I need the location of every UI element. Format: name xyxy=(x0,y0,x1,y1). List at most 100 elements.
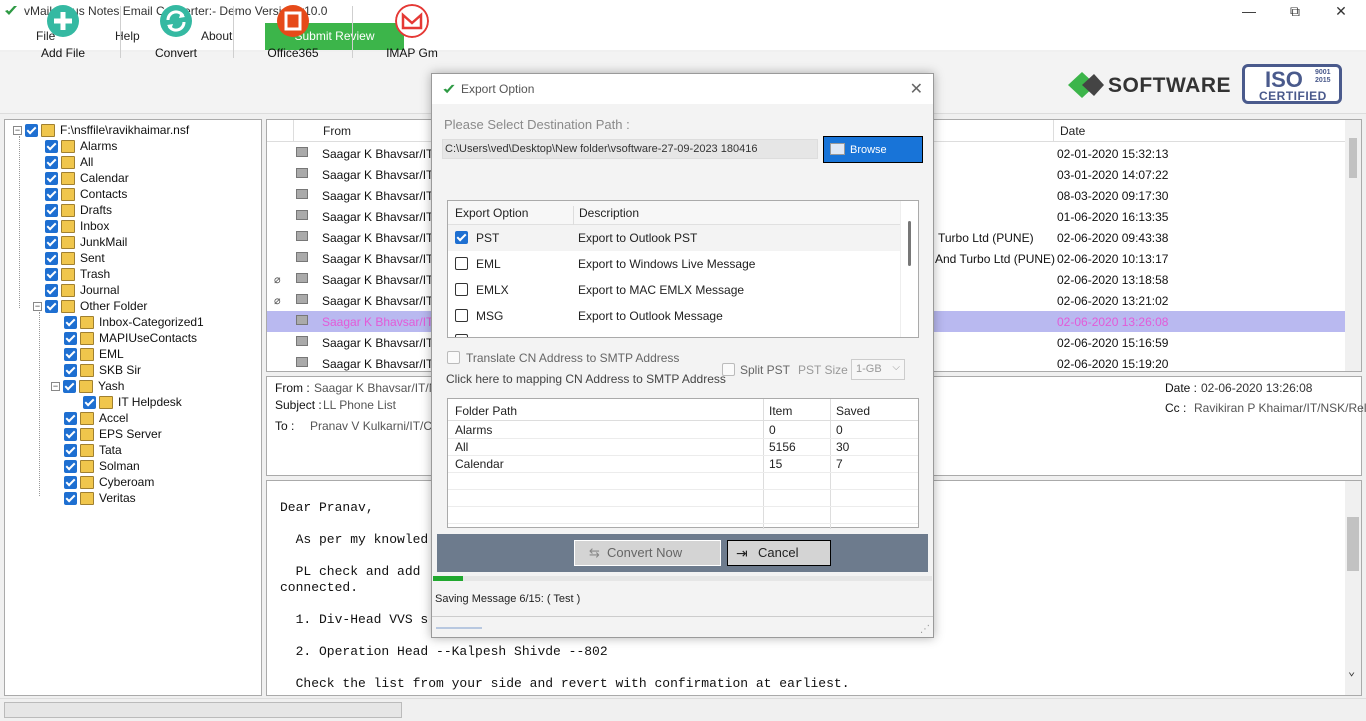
tree-folder-item[interactable]: Calendar xyxy=(45,170,129,186)
checkbox-checked-icon[interactable] xyxy=(83,395,96,409)
tree-folder-item[interactable]: Drafts xyxy=(45,202,112,218)
convert-now-button[interactable]: ⇆ Convert Now xyxy=(574,540,721,566)
tree-folder-item[interactable]: Accel xyxy=(64,410,128,426)
tree-folder-item[interactable]: Journal xyxy=(45,282,119,298)
checkbox-checked-icon[interactable] xyxy=(455,231,468,244)
imap-button[interactable]: IMAP Gm xyxy=(362,4,462,60)
collapse-icon[interactable]: − xyxy=(51,381,60,391)
tree-folder-item[interactable]: JunkMail xyxy=(45,234,127,250)
minimize-button[interactable]: — xyxy=(1226,0,1272,22)
attachment-icon: ⌀ xyxy=(274,295,281,307)
checkbox-checked-icon[interactable] xyxy=(45,283,58,297)
checkbox-checked-icon[interactable] xyxy=(45,299,58,313)
col-date[interactable]: Date xyxy=(1060,124,1085,138)
export-option-name: MSG xyxy=(476,309,504,323)
scroll-thumb[interactable] xyxy=(1347,517,1359,571)
checkbox-checked-icon[interactable] xyxy=(64,491,77,505)
checkbox-checked-icon[interactable] xyxy=(45,187,58,201)
checkbox-checked-icon[interactable] xyxy=(45,267,58,281)
folder-tree[interactable]: − F:\nsffile\ravikhaimar.nsf Alarms All Ca… xyxy=(4,119,262,696)
tree-folder-item[interactable]: Cyberoam xyxy=(64,474,154,490)
mail-from: Saagar K Bhavsar/IT/N xyxy=(322,210,446,224)
split-pst-checkbox[interactable] xyxy=(722,363,735,376)
tree-folder-label: Inbox xyxy=(80,219,110,233)
mail-list-scrollbar[interactable] xyxy=(1345,120,1361,371)
office365-button[interactable]: Office365 xyxy=(243,4,343,60)
cancel-button[interactable]: ⇥ Cancel xyxy=(727,540,831,566)
subject-value: LL Phone List xyxy=(323,398,396,412)
scroll-thumb[interactable] xyxy=(1349,138,1357,178)
export-option-row[interactable]: PST Export to Outlook PST xyxy=(448,225,900,251)
checkbox-checked-icon[interactable] xyxy=(45,219,58,233)
mail-date: 02-06-2020 15:16:59 xyxy=(1057,336,1169,350)
tree-folder-item[interactable]: Contacts xyxy=(45,186,127,202)
mapping-link[interactable]: Click here to mapping CN Address to SMTP… xyxy=(446,372,726,386)
checkbox-checked-icon[interactable] xyxy=(64,347,77,361)
tree-folder-label: IT Helpdesk xyxy=(118,395,182,409)
folder-icon xyxy=(61,267,75,281)
checkbox-checked-icon[interactable] xyxy=(64,331,77,345)
checkbox-checked-icon[interactable] xyxy=(45,251,58,265)
collapse-icon[interactable]: − xyxy=(13,125,22,135)
tree-folder-item[interactable]: Veritas xyxy=(64,490,136,506)
checkbox-checked-icon[interactable] xyxy=(45,139,58,153)
pst-size-label: PST Size : xyxy=(798,363,855,377)
translate-cn-checkbox[interactable] xyxy=(447,351,460,364)
tree-folder-item[interactable]: EPS Server xyxy=(64,426,162,442)
tree-folder-item[interactable]: − Other Folder xyxy=(33,298,147,314)
export-option-row[interactable]: EMLX Export to MAC EMLX Message xyxy=(448,277,900,303)
tree-root[interactable]: − F:\nsffile\ravikhaimar.nsf xyxy=(13,122,189,138)
tree-folder-item[interactable]: Inbox-Categorized1 xyxy=(64,314,204,330)
checkbox-checked-icon[interactable] xyxy=(45,203,58,217)
checkbox-icon[interactable] xyxy=(455,257,468,270)
checkbox-icon[interactable] xyxy=(455,309,468,322)
pst-size-select[interactable]: 1-GB ⌵ xyxy=(851,359,905,380)
tree-folder-item[interactable]: Tata xyxy=(64,442,122,458)
dialog-close-icon[interactable]: ✕ xyxy=(910,79,923,99)
resize-grip-icon[interactable]: ⋰ xyxy=(920,624,930,635)
checkbox-checked-icon[interactable] xyxy=(64,475,77,489)
checkbox-checked-icon[interactable] xyxy=(64,443,77,457)
tree-folder-item[interactable]: Trash xyxy=(45,266,110,282)
col-from[interactable]: From xyxy=(323,124,351,138)
tree-folder-item[interactable]: Solman xyxy=(64,458,140,474)
tree-folder-item[interactable]: Sent xyxy=(45,250,105,266)
checkbox-checked-icon[interactable] xyxy=(45,171,58,185)
close-button[interactable]: ✕ xyxy=(1318,0,1364,22)
tree-folder-item[interactable]: SKB Sir xyxy=(64,362,141,378)
options-scrollbar[interactable] xyxy=(900,201,918,337)
scroll-thumb[interactable] xyxy=(908,221,911,266)
tree-folder-item[interactable]: All xyxy=(45,154,93,170)
checkbox-icon[interactable] xyxy=(455,283,468,296)
add-file-button[interactable]: Add File xyxy=(13,4,113,60)
export-option-row[interactable]: MSG Export to Outlook Message xyxy=(448,303,900,329)
tree-folder-item[interactable]: EML xyxy=(64,346,124,362)
tree-folder-item[interactable]: − Yash xyxy=(51,378,124,394)
collapse-icon[interactable]: − xyxy=(33,301,42,311)
checkbox-checked-icon[interactable] xyxy=(64,459,77,473)
export-option-row[interactable]: EML Export to Windows Live Message xyxy=(448,251,900,277)
mail-body-scrollbar[interactable]: ⌄ xyxy=(1345,481,1361,695)
destination-path-field[interactable]: C:\Users\ved\Desktop\New folder\vsoftwar… xyxy=(442,139,818,159)
checkbox-checked-icon[interactable] xyxy=(25,123,38,137)
checkbox-checked-icon[interactable] xyxy=(64,315,77,329)
maximize-button[interactable]: ⧉ xyxy=(1272,0,1318,22)
checkbox-checked-icon[interactable] xyxy=(45,155,58,169)
mail-from: Saagar K Bhavsar/IT/N xyxy=(322,294,446,308)
export-options-table[interactable]: Export Option Description PST Export to O… xyxy=(447,200,919,338)
convert-button[interactable]: Convert xyxy=(126,4,226,60)
checkbox-checked-icon[interactable] xyxy=(63,379,76,393)
checkbox-checked-icon[interactable] xyxy=(64,411,77,425)
checkbox-checked-icon[interactable] xyxy=(45,235,58,249)
tree-folder-item[interactable]: IT Helpdesk xyxy=(83,394,182,410)
folder-icon xyxy=(830,143,845,155)
browse-button[interactable]: Browse xyxy=(823,136,923,163)
tree-folder-item[interactable]: Alarms xyxy=(45,138,117,154)
tree-folder-item[interactable]: Inbox xyxy=(45,218,109,234)
office365-icon xyxy=(277,5,309,37)
envelope-icon xyxy=(296,168,308,178)
scroll-down-icon[interactable]: ⌄ xyxy=(1348,664,1355,679)
checkbox-checked-icon[interactable] xyxy=(64,427,77,441)
tree-folder-item[interactable]: MAPIUseContacts xyxy=(64,330,197,346)
checkbox-checked-icon[interactable] xyxy=(64,363,77,377)
